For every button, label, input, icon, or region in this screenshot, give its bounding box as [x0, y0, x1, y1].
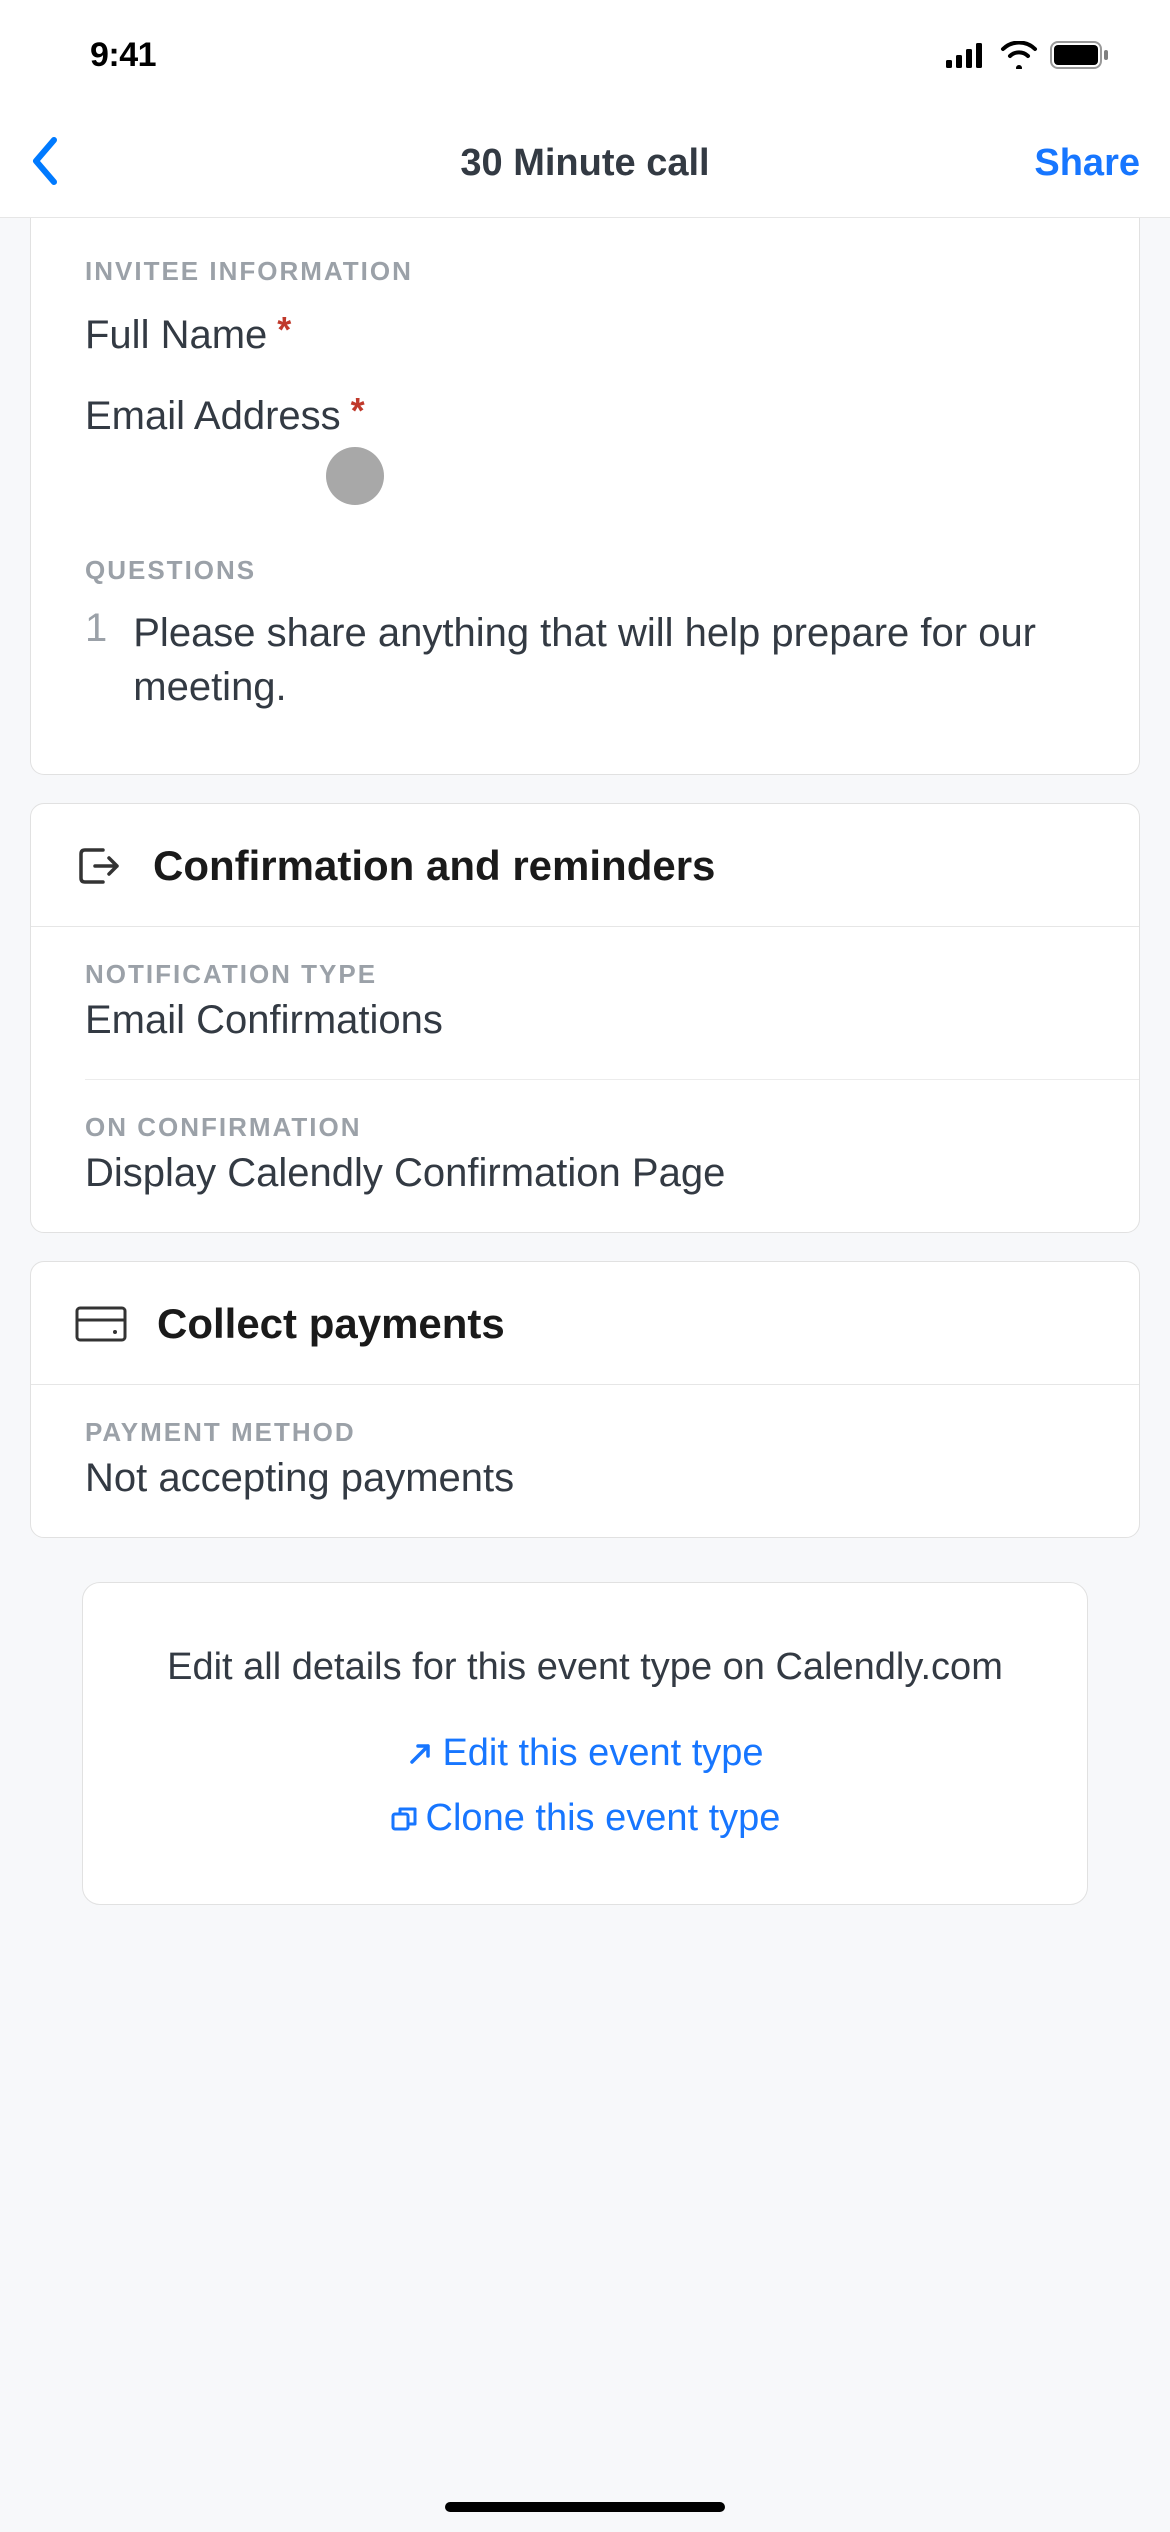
- wifi-icon: [1000, 41, 1038, 69]
- cellular-icon: [946, 42, 988, 68]
- main-content: INVITEE INFORMATION Full Name * Email Ad…: [0, 218, 1170, 1905]
- credit-card-icon: [75, 1304, 127, 1344]
- email-label: Email Address: [85, 394, 341, 439]
- exit-icon: [75, 842, 123, 890]
- full-name-label: Full Name: [85, 313, 267, 358]
- edit-link-text: Edit this event type: [442, 1732, 763, 1775]
- required-star: *: [277, 309, 291, 351]
- status-bar: 9:41: [0, 0, 1170, 110]
- edit-event-type-link[interactable]: Edit this event type: [123, 1732, 1047, 1775]
- clone-event-type-link[interactable]: Clone this event type: [123, 1797, 1047, 1840]
- status-time: 9:41: [90, 36, 156, 75]
- footer-card: Edit all details for this event type on …: [82, 1582, 1088, 1905]
- clone-icon: [390, 1805, 418, 1833]
- required-star: *: [351, 390, 365, 432]
- payment-method-value: Not accepting payments: [31, 1452, 1139, 1537]
- payments-card[interactable]: Collect payments PAYMENT METHOD Not acce…: [30, 1261, 1140, 1538]
- chevron-left-icon: [30, 136, 60, 186]
- notification-type-label: NOTIFICATION TYPE: [31, 927, 1139, 994]
- question-text: Please share anything that will help pre…: [133, 606, 1085, 714]
- decorative-dot: [326, 447, 384, 505]
- confirmation-card[interactable]: Confirmation and reminders NOTIFICATION …: [30, 803, 1140, 1233]
- question-row: 1 Please share anything that will help p…: [31, 594, 1139, 774]
- clone-link-text: Clone this event type: [426, 1797, 781, 1840]
- confirmation-header-row: Confirmation and reminders: [31, 804, 1139, 927]
- share-button[interactable]: Share: [1034, 142, 1140, 185]
- external-link-icon: [406, 1740, 434, 1768]
- home-indicator[interactable]: [445, 2502, 725, 2512]
- questions-section-header: QUESTIONS: [31, 535, 1139, 594]
- confirmation-title: Confirmation and reminders: [153, 842, 715, 890]
- full-name-field: Full Name *: [31, 295, 1139, 376]
- invitee-section-header: INVITEE INFORMATION: [31, 218, 1139, 295]
- payment-method-label: PAYMENT METHOD: [31, 1385, 1139, 1452]
- battery-icon: [1050, 41, 1110, 69]
- page-title: 30 Minute call: [460, 142, 709, 185]
- question-number: 1: [85, 606, 107, 714]
- invitee-card[interactable]: INVITEE INFORMATION Full Name * Email Ad…: [30, 218, 1140, 775]
- on-confirmation-label: ON CONFIRMATION: [31, 1080, 1139, 1147]
- back-button[interactable]: [30, 136, 60, 191]
- notification-type-value: Email Confirmations: [31, 994, 1139, 1079]
- payments-title: Collect payments: [157, 1300, 505, 1348]
- navigation-bar: 30 Minute call Share: [0, 110, 1170, 218]
- email-field: Email Address *: [31, 376, 1139, 457]
- payments-header-row: Collect payments: [31, 1262, 1139, 1385]
- on-confirmation-value: Display Calendly Confirmation Page: [31, 1147, 1139, 1232]
- footer-description: Edit all details for this event type on …: [123, 1641, 1047, 1694]
- status-icons: [946, 41, 1110, 69]
